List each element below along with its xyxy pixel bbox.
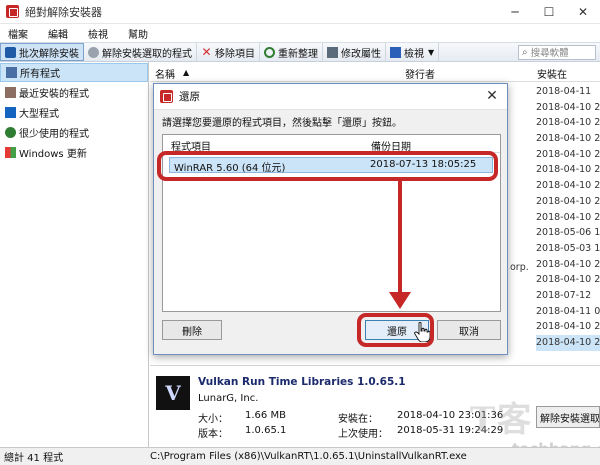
detail-program-name: Vulkan Run Time Libraries 1.0.65.1 xyxy=(198,376,406,388)
list-item[interactable]: 2018-04-10 22 xyxy=(536,210,600,226)
sidebar-item-large[interactable]: 大型程式 xyxy=(0,103,148,122)
cancel-button[interactable]: 取消 xyxy=(437,320,501,340)
dialog-title: 還原 xyxy=(179,91,200,103)
list-item[interactable]: 2018-04-10 22 xyxy=(536,115,600,131)
list-item[interactable]: 2018-04-10 2 xyxy=(536,272,600,288)
column-installed-header[interactable]: 安裝在 xyxy=(537,66,567,81)
menu-view[interactable]: 檢視 xyxy=(88,26,108,41)
remove-item-button[interactable]: ✕ 移除項目 xyxy=(197,43,260,61)
chevron-down-icon: ▼ xyxy=(428,47,435,57)
list-item[interactable]: 2018-04-10 22 xyxy=(536,131,600,147)
status-program-count: 總計 41 程式 xyxy=(4,453,64,464)
recent-icon xyxy=(5,87,16,98)
list-item[interactable]: 2018-04-11 xyxy=(536,84,600,100)
list-item[interactable]: 2018-05-06 16 xyxy=(536,225,600,241)
menu-bar: 檔案 編輯 檢視 幫助 xyxy=(0,24,600,42)
status-bar: 總計 41 程式 C:\Program Files (x86)\VulkanRT… xyxy=(0,447,600,465)
status-path: C:\Program Files (x86)\VulkanRT\1.0.65.1… xyxy=(150,451,467,462)
gear-icon xyxy=(88,46,99,58)
detail-size-value: 1.66 MB xyxy=(245,410,286,421)
column-name-header[interactable]: 名稱 xyxy=(155,66,175,81)
rarely-used-icon xyxy=(5,127,16,138)
list-item[interactable]: 2018-04-10 22 xyxy=(536,319,600,335)
detail-size-label: 大小： xyxy=(198,414,228,425)
large-programs-icon xyxy=(5,107,16,118)
sidebar-item-recent[interactable]: 最近安裝的程式 xyxy=(0,83,148,102)
maximize-icon[interactable]: ☐ xyxy=(532,0,566,24)
sidebar-item-all-programs[interactable]: 所有程式 xyxy=(0,63,148,82)
annotation-arrow-head xyxy=(389,292,411,309)
remove-x-icon: ✕ xyxy=(201,44,212,59)
program-list-header: 名稱 ▲ 發行者 安裝在 xyxy=(150,62,600,82)
sidebar-item-rarely-used[interactable]: 很少使用的程式 xyxy=(0,123,148,142)
dialog-title-bar: 還原 xyxy=(154,84,507,110)
windows-icon xyxy=(5,147,16,158)
list-item[interactable]: 2018-04-11 02 xyxy=(536,304,600,320)
view-dropdown-button[interactable]: 檢視 ▼ xyxy=(386,43,440,61)
sidebar-item-windows-update[interactable]: Windows 更新 xyxy=(0,143,148,162)
window-controls: ─ ☐ ✕ xyxy=(498,0,600,24)
search-input[interactable]: ⌕ 搜尋軟體 xyxy=(518,44,596,60)
minimize-icon[interactable]: ─ xyxy=(498,0,532,24)
menu-edit[interactable]: 編輯 xyxy=(48,26,68,41)
search-icon: ⌕ xyxy=(522,46,528,58)
detail-publisher: LunarG, Inc. xyxy=(198,393,259,404)
uninstall-selected-button[interactable]: 解除安裝選取的程式 xyxy=(84,43,197,61)
view-icon xyxy=(390,46,401,58)
list-item[interactable]: 2018-04-10 2 xyxy=(536,257,600,273)
refresh-button[interactable]: 重新整理 xyxy=(260,43,323,61)
list-item[interactable]: 2018-04-10 22 xyxy=(536,147,600,163)
watermark-logo: T客 xyxy=(470,400,534,440)
modify-properties-button[interactable]: 修改屬性 xyxy=(323,43,386,61)
delete-button[interactable]: 刪除 xyxy=(162,320,222,340)
vulkan-logo-icon: V xyxy=(156,376,190,410)
list-item[interactable]: 2018-04-10 22 xyxy=(536,178,600,194)
menu-help[interactable]: 幫助 xyxy=(128,26,148,41)
sort-up-icon: ▲ xyxy=(183,68,190,77)
refresh-icon xyxy=(264,46,275,58)
column-publisher-header[interactable]: 發行者 xyxy=(405,66,435,81)
toolbar: 批次解除安裝 解除安裝選取的程式 ✕ 移除項目 重新整理 修改屬性 檢視 ▼ ⌕… xyxy=(0,42,600,62)
dialog-close-icon[interactable]: ✕ xyxy=(485,88,499,104)
uninstall-selected-detail-button[interactable]: 解除安裝選取 xyxy=(536,406,600,428)
close-icon[interactable]: ✕ xyxy=(566,0,600,24)
hand-cursor-icon xyxy=(414,322,430,342)
menu-file[interactable]: 檔案 xyxy=(8,26,28,41)
detail-version-label: 版本： xyxy=(198,429,228,440)
dialog-app-icon xyxy=(160,90,173,103)
batch-uninstall-button[interactable]: 批次解除安裝 xyxy=(0,43,84,61)
sidebar: 所有程式 最近安裝的程式 大型程式 很少使用的程式 Windows 更新 xyxy=(0,62,149,447)
list-item[interactable]: 2018-04-10 22 xyxy=(536,194,600,210)
list-item[interactable]: 2018-04-10 2 xyxy=(536,100,600,116)
restore-dialog: 還原 ✕ 請選擇您要還原的程式項目，然後點擊「還原」按鈕。 程式項目 備份日期 … xyxy=(153,83,508,355)
list-item[interactable]: 2018-07-12 xyxy=(536,288,600,304)
installed-date-column: 2018-04-11 2018-04-10 2 2018-04-10 22 20… xyxy=(536,84,600,351)
list-item[interactable]: 2018-04-10 22 xyxy=(536,162,600,178)
detail-lastused-label: 上次使用： xyxy=(338,429,388,440)
publisher-fragment: orp. xyxy=(510,262,529,273)
app-icon xyxy=(6,5,19,18)
list-item[interactable]: 2018-05-03 13 xyxy=(536,241,600,257)
dialog-instruction: 請選擇您要還原的程式項目，然後點擊「還原」按鈕。 xyxy=(162,118,402,129)
all-programs-icon xyxy=(6,67,17,78)
window-title: 絕對解除安裝器 xyxy=(25,5,102,19)
annotation-arrow-shaft xyxy=(398,181,402,297)
detail-version-value: 1.0.65.1 xyxy=(245,425,287,436)
batch-icon xyxy=(5,46,16,58)
detail-installed-label: 安裝在： xyxy=(338,414,378,425)
edit-icon xyxy=(327,46,338,58)
highlight-frame-row xyxy=(157,151,498,181)
title-bar: 絕對解除安裝器 ─ ☐ ✕ xyxy=(0,0,600,24)
list-item-selected[interactable]: 2018-04-10 23 xyxy=(536,335,600,351)
